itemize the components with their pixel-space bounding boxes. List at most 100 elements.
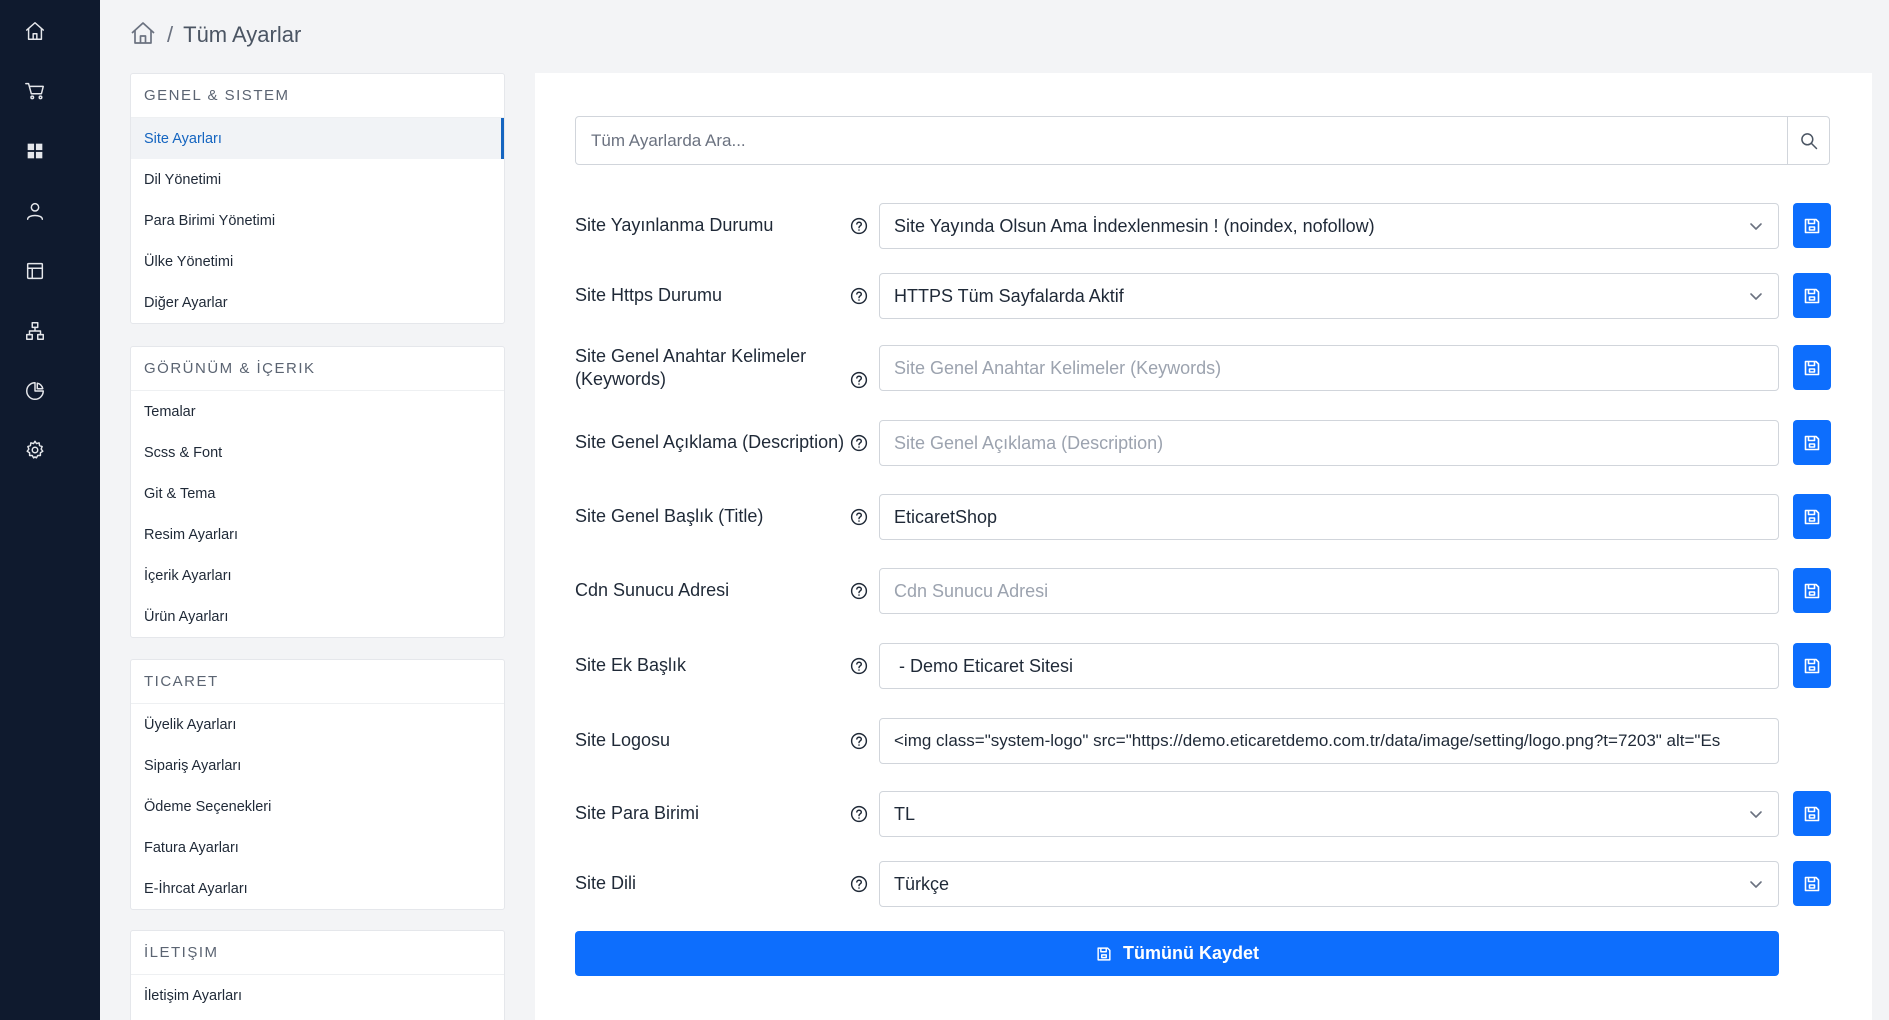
gear-icon[interactable]	[22, 437, 48, 463]
select-value: HTTPS Tüm Sayfalarda Aktif	[894, 285, 1124, 306]
sidebar-item-e-ihracat-ayarlari[interactable]: E-İhrcat Ayarları	[131, 868, 504, 909]
select-yayinlanma-durumu[interactable]: Site Yayında Olsun Ama İndexlenmesin ! (…	[879, 203, 1779, 249]
select-https-durumu[interactable]: HTTPS Tüm Sayfalarda Aktif	[879, 273, 1779, 319]
select-value: TL	[894, 803, 916, 824]
settings-panel: Site Yayınlanma Durumu Site Yayında Olsu…	[535, 73, 1872, 1020]
save-button[interactable]	[1793, 273, 1831, 318]
save-button[interactable]	[1793, 791, 1831, 836]
setting-label: Site Https Durumu	[575, 285, 723, 305]
layout-icon[interactable]	[22, 258, 48, 284]
save-icon	[1804, 360, 1820, 375]
save-icon	[1804, 288, 1820, 303]
sidebar-section-heading: GÖRÜNÜM & İÇERIK	[131, 347, 504, 391]
sidebar-section-heading: İLETIŞIM	[131, 931, 504, 975]
save-button[interactable]	[1793, 494, 1831, 539]
save-button[interactable]	[1793, 345, 1831, 390]
select-value: Site Yayında Olsun Ama İndexlenmesin ! (…	[894, 215, 1375, 236]
cdn-address-field[interactable]: Cdn Sunucu Adresi	[879, 568, 1779, 614]
save-all-label: Tümünü Kaydet	[1122, 943, 1259, 963]
setting-label: Site Dili	[575, 873, 637, 893]
sidebar-item-ulke-yonetimi[interactable]: Ülke Yönetimi	[131, 241, 504, 282]
sidebar-section-iletisim: İLETIŞIM İletişim Ayarları	[130, 930, 505, 1020]
save-button[interactable]	[1793, 643, 1831, 688]
setting-row-title: Site Genel Başlık (Title) EticaretShop	[535, 492, 1872, 542]
search-icon	[1800, 132, 1817, 149]
select-value: Türkçe	[894, 873, 950, 894]
home-icon[interactable]	[22, 18, 48, 44]
save-icon	[1804, 658, 1820, 673]
grid-icon[interactable]	[22, 138, 48, 164]
help-icon[interactable]	[850, 217, 868, 235]
save-icon	[1804, 583, 1820, 598]
setting-label: Site Genel Açıklama (Description)	[575, 432, 845, 452]
sidebar-item-odeme-secenekleri[interactable]: Ödeme Seçenekleri	[131, 786, 504, 827]
sidebar-item-diger-ayarlar[interactable]: Diğer Ayarlar	[131, 282, 504, 323]
user-icon[interactable]	[22, 198, 48, 224]
setting-row-logo: Site Logosu <img class="system-logo" src…	[535, 716, 1872, 766]
save-icon	[1804, 806, 1820, 821]
select-para-birimi[interactable]: TL	[879, 791, 1779, 837]
ek-baslik-field[interactable]: - Demo Eticaret Sitesi	[879, 643, 1779, 689]
search-input[interactable]	[576, 117, 1788, 164]
setting-row-cdn: Cdn Sunucu Adresi Cdn Sunucu Adresi	[535, 566, 1872, 616]
setting-label: Site Yayınlanma Durumu	[575, 215, 774, 235]
sidebar-item-siparis-ayarlari[interactable]: Sipariş Ayarları	[131, 745, 504, 786]
sidebar-item-icerik-ayarlari[interactable]: İçerik Ayarları	[131, 555, 504, 596]
sidebar-item-dil-yonetimi[interactable]: Dil Yönetimi	[131, 159, 504, 200]
help-icon[interactable]	[850, 508, 868, 526]
save-icon	[1804, 435, 1820, 450]
help-icon[interactable]	[850, 287, 868, 305]
save-button[interactable]	[1793, 203, 1831, 248]
sidebar-section-heading: GENEL & SISTEM	[131, 74, 504, 118]
sidebar-item-iletisim-ayarlari[interactable]: İletişim Ayarları	[131, 975, 504, 1016]
sidebar-section-general: GENEL & SISTEM Site Ayarları Dil Yönetim…	[130, 73, 505, 324]
sidebar-item-site-ayarlari[interactable]: Site Ayarları	[131, 118, 504, 159]
help-icon[interactable]	[850, 805, 868, 823]
chevron-down-icon	[1748, 806, 1764, 822]
keywords-field[interactable]: Site Genel Anahtar Kelimeler (Keywords)	[879, 345, 1779, 391]
help-icon[interactable]	[850, 371, 868, 389]
description-field[interactable]: Site Genel Açıklama (Description)	[879, 420, 1779, 466]
setting-row-yayinlanma: Site Yayınlanma Durumu Site Yayında Olsu…	[535, 203, 1872, 249]
save-button[interactable]	[1793, 420, 1831, 465]
select-site-dili[interactable]: Türkçe	[879, 861, 1779, 907]
breadcrumb-separator: /	[167, 22, 174, 47]
save-icon	[1097, 946, 1111, 961]
settings-search	[575, 116, 1830, 165]
help-icon[interactable]	[850, 582, 868, 600]
sidebar-item-scss-font[interactable]: Scss & Font	[131, 432, 504, 473]
search-button[interactable]	[1787, 117, 1829, 164]
pie-chart-icon[interactable]	[22, 378, 48, 404]
sidebar-item-resim-ayarlari[interactable]: Resim Ayarları	[131, 514, 504, 555]
save-all-button[interactable]: Tümünü Kaydet	[575, 931, 1779, 976]
setting-label: Site Genel Anahtar Kelimeler (Keywords)	[575, 346, 807, 389]
logo-field[interactable]: <img class="system-logo" src="https://de…	[879, 718, 1779, 764]
help-icon[interactable]	[850, 434, 868, 452]
sidebar-item-uyelik-ayarlari[interactable]: Üyelik Ayarları	[131, 704, 504, 745]
sidebar-item-urun-ayarlari[interactable]: Ürün Ayarları	[131, 596, 504, 637]
sitemap-icon[interactable]	[22, 318, 48, 344]
icon-rail	[0, 0, 100, 1020]
chevron-down-icon	[1748, 288, 1764, 304]
help-icon[interactable]	[850, 657, 868, 675]
title-field[interactable]: EticaretShop	[879, 494, 1779, 540]
sidebar-section-heading: TICARET	[131, 660, 504, 704]
setting-label: Cdn Sunucu Adresi	[575, 580, 730, 600]
save-button[interactable]	[1793, 861, 1831, 906]
save-button[interactable]	[1793, 568, 1831, 613]
setting-row-ek-baslik: Site Ek Başlık - Demo Eticaret Sitesi	[535, 641, 1872, 691]
breadcrumb: / Tüm Ayarlar	[129, 20, 301, 50]
save-icon	[1804, 218, 1820, 233]
help-icon[interactable]	[850, 875, 868, 893]
sidebar-item-para-birimi-yonetimi[interactable]: Para Birimi Yönetimi	[131, 200, 504, 241]
sidebar-item-git-tema[interactable]: Git & Tema	[131, 473, 504, 514]
sidebar-item-fatura-ayarlari[interactable]: Fatura Ayarları	[131, 827, 504, 868]
setting-label: Site Para Birimi	[575, 803, 700, 823]
sidebar-section-ticaret: TICARET Üyelik Ayarları Sipariş Ayarları…	[130, 659, 505, 910]
help-icon[interactable]	[850, 732, 868, 750]
home-icon[interactable]	[129, 20, 157, 51]
chevron-down-icon	[1748, 218, 1764, 234]
save-icon	[1804, 509, 1820, 524]
cart-icon[interactable]	[22, 78, 48, 104]
sidebar-item-temalar[interactable]: Temalar	[131, 391, 504, 432]
